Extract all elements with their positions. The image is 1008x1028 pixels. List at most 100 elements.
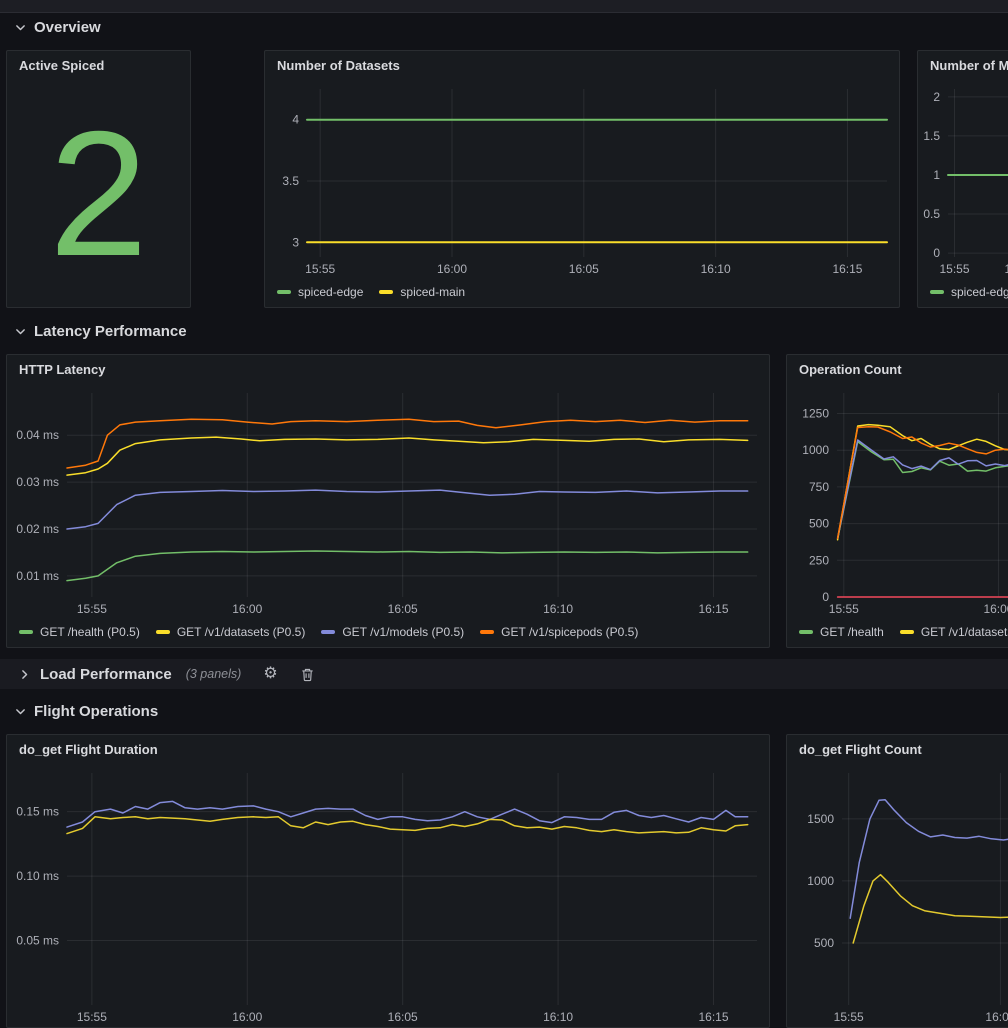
legend-label: GET /health	[820, 625, 884, 639]
legend-label: GET /v1/datasets	[921, 625, 1008, 639]
svg-text:15:55: 15:55	[939, 262, 969, 276]
legend-item[interactable]: GET /v1/datasets	[900, 625, 1008, 639]
legend-item[interactable]: spiced-edge	[930, 285, 1008, 299]
chart-do-get-flight-count[interactable]: 15:55 16:00 500 1000 1500	[787, 765, 1008, 1027]
svg-text:15:55: 15:55	[829, 602, 859, 616]
svg-text:0.10 ms: 0.10 ms	[16, 869, 59, 883]
svg-text:16:10: 16:10	[543, 602, 573, 616]
chart-number-of-datasets[interactable]: 15:5516:0016:0516:1016:1533.54	[265, 81, 899, 279]
panel-active-spiced: Active Spiced 2	[6, 50, 191, 308]
svg-text:16:05: 16:05	[388, 1010, 418, 1024]
legend-label: GET /v1/datasets (P0.5)	[177, 625, 306, 639]
panel-http-latency: HTTP Latency 15:5516:0016:0516:1016:150.…	[6, 354, 770, 648]
svg-text:0.15 ms: 0.15 ms	[16, 805, 59, 819]
svg-text:0.01 ms: 0.01 ms	[16, 569, 59, 583]
svg-text:16:05: 16:05	[569, 262, 599, 276]
panel-number-of-datasets: Number of Datasets 15:5516:0016:0516:101…	[264, 50, 900, 308]
legend-swatch	[277, 290, 291, 294]
row-delete-button[interactable]	[300, 667, 315, 682]
svg-text:1500: 1500	[807, 812, 834, 826]
legend-item[interactable]: spiced-edge	[277, 285, 363, 299]
svg-text:16:00: 16:00	[1004, 262, 1008, 276]
row-settings-button[interactable]: ⚙	[263, 666, 277, 682]
section-label: Flight Operations	[34, 703, 158, 720]
panel-title[interactable]: Number of Datasets	[265, 51, 899, 81]
svg-text:16:05: 16:05	[388, 602, 418, 616]
svg-text:0: 0	[822, 590, 829, 604]
svg-text:500: 500	[809, 517, 829, 531]
section-header-overview[interactable]: Overview	[14, 15, 101, 39]
svg-text:3.5: 3.5	[282, 174, 299, 188]
svg-text:16:10: 16:10	[701, 262, 731, 276]
svg-text:15:55: 15:55	[834, 1010, 864, 1024]
panel-title[interactable]: Number of Models	[918, 51, 1008, 81]
legend-item[interactable]: GET /health (P0.5)	[19, 625, 140, 639]
panel-count-label: (3 panels)	[186, 667, 242, 681]
svg-text:1000: 1000	[807, 874, 834, 888]
svg-text:0.02 ms: 0.02 ms	[16, 522, 59, 536]
chevron-down-icon	[14, 705, 27, 718]
panel-title[interactable]: Operation Count	[787, 355, 1008, 385]
legend-swatch	[480, 630, 494, 634]
legend-swatch	[19, 630, 33, 634]
svg-text:0: 0	[933, 246, 940, 260]
chart-legend: spiced-edge spiced-main	[277, 282, 899, 302]
legend-item[interactable]: GET /health	[799, 625, 884, 639]
stat-value-wrap: 2	[7, 81, 190, 307]
chart-legend: spiced-edge	[930, 282, 1008, 302]
svg-text:4: 4	[292, 113, 299, 127]
panel-number-of-models: Number of Models 15:5516:0016:0516:1016:…	[917, 50, 1008, 308]
chart-legend: GET /health GET /v1/datasets	[799, 622, 1008, 642]
svg-text:1.5: 1.5	[923, 129, 940, 143]
panel-title[interactable]: do_get Flight Duration	[7, 735, 769, 765]
chart-number-of-models[interactable]: 15:5516:0016:0516:1016:1500.511.52	[918, 81, 1008, 279]
legend-item[interactable]: spiced-main	[379, 285, 465, 299]
svg-text:16:00: 16:00	[985, 1010, 1008, 1024]
legend-label: spiced-edge	[298, 285, 363, 299]
panel-title[interactable]: HTTP Latency	[7, 355, 769, 385]
svg-text:1250: 1250	[802, 407, 829, 421]
legend-swatch	[321, 630, 335, 634]
gear-icon: ⚙	[263, 666, 277, 682]
svg-text:16:00: 16:00	[232, 1010, 262, 1024]
svg-text:2: 2	[933, 90, 940, 104]
svg-text:0.05 ms: 0.05 ms	[16, 934, 59, 948]
panel-do-get-flight-count: do_get Flight Count 15:55 16:00 500 1000 150…	[786, 734, 1008, 1028]
legend-swatch	[799, 630, 813, 634]
legend-label: GET /v1/models (P0.5)	[342, 625, 464, 639]
svg-text:0.04 ms: 0.04 ms	[16, 428, 59, 442]
legend-label: GET /health (P0.5)	[40, 625, 140, 639]
chart-operation-count[interactable]: 15:5516:00025050075010001250	[787, 385, 1008, 619]
section-label: Latency Performance	[34, 323, 187, 340]
legend-swatch	[379, 290, 393, 294]
svg-text:16:10: 16:10	[543, 1010, 573, 1024]
chart-do-get-flight-duration[interactable]: 15:5516:0016:0516:1016:150.05 ms0.10 ms0…	[7, 765, 769, 1027]
svg-text:16:15: 16:15	[698, 602, 728, 616]
chart-http-latency[interactable]: 15:5516:0016:0516:1016:150.01 ms0.02 ms0…	[7, 385, 769, 619]
legend-label: spiced-main	[400, 285, 465, 299]
section-header-latency-performance[interactable]: Latency Performance	[14, 319, 187, 343]
section-label: Load Performance	[40, 666, 172, 683]
svg-text:16:00: 16:00	[983, 602, 1008, 616]
section-header-flight-operations[interactable]: Flight Operations	[14, 699, 158, 723]
svg-text:16:15: 16:15	[832, 262, 862, 276]
legend-label: spiced-edge	[951, 285, 1008, 299]
panel-title[interactable]: do_get Flight Count	[787, 735, 1008, 765]
panel-operation-count: Operation Count 15:5516:0002505007501000…	[786, 354, 1008, 648]
panel-title[interactable]: Active Spiced	[7, 51, 190, 81]
legend-item[interactable]: GET /v1/spicepods (P0.5)	[480, 625, 638, 639]
svg-text:500: 500	[814, 936, 834, 950]
stat-value: 2	[49, 114, 148, 274]
chart-legend: GET /health (P0.5) GET /v1/datasets (P0.5…	[19, 622, 769, 642]
svg-text:15:55: 15:55	[77, 1010, 107, 1024]
svg-text:0.03 ms: 0.03 ms	[16, 475, 59, 489]
svg-text:16:00: 16:00	[232, 602, 262, 616]
svg-text:1: 1	[933, 168, 940, 182]
legend-item[interactable]: GET /v1/models (P0.5)	[321, 625, 464, 639]
section-label: Overview	[34, 19, 101, 36]
chevron-right-icon	[18, 668, 31, 681]
legend-label: GET /v1/spicepods (P0.5)	[501, 625, 638, 639]
chevron-down-icon	[14, 21, 27, 34]
section-header-load-performance[interactable]: Load Performance (3 panels) ⚙	[0, 659, 1008, 689]
legend-item[interactable]: GET /v1/datasets (P0.5)	[156, 625, 306, 639]
